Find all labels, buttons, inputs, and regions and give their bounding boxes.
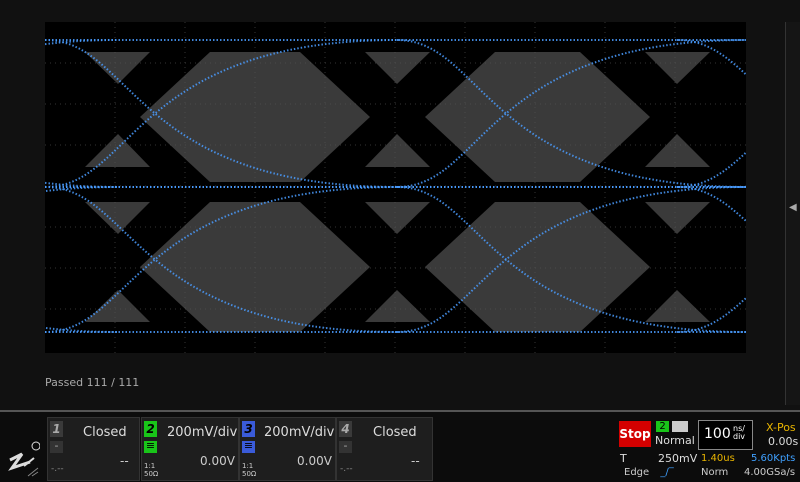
channel-2-termination: 50Ω <box>144 470 159 478</box>
channel-1-number: 1 <box>50 421 63 437</box>
timebase-scale: 100 <box>704 426 731 442</box>
count-separator: / <box>111 376 115 389</box>
channel-1-coupling: -.-- <box>51 464 64 474</box>
channel-2-probe-ratio: 1:1 <box>144 462 156 470</box>
chevron-left-icon: ◀ <box>789 202 797 213</box>
channel-4-scale: Closed <box>373 425 417 440</box>
mask-test-status: Passed 111 / 111 <box>45 376 139 389</box>
channel-2-coupling-icon[interactable]: ≡ <box>144 440 157 453</box>
trigger-label: T <box>620 452 627 465</box>
channel-2-offset: 0.00V <box>200 454 235 468</box>
waveform-display[interactable] <box>45 22 746 353</box>
channel-3-scale: 200mV/div <box>264 425 335 440</box>
run-stop-button[interactable]: Stop <box>619 421 651 447</box>
bottom-status-bar: 1 - Closed -- -.-- 2 ≡ 200mV/div 0.00V 1… <box>0 410 800 482</box>
timebase-panel[interactable]: 100 ns/ div X-Pos 0.00s 1.40us 5.60Kpts … <box>698 417 800 479</box>
channel-4-coupling: -.-- <box>340 464 353 474</box>
channel-3-termination: 50Ω <box>242 470 257 478</box>
channel-1-minus-button[interactable]: - <box>50 440 63 453</box>
timebase-unit: ns/ div <box>733 425 745 441</box>
channel-3-coupling-icon[interactable]: ≡ <box>242 440 255 453</box>
passed-count: 111 <box>86 376 108 389</box>
eye-diagram <box>45 22 746 353</box>
channel-1-panel[interactable]: 1 - Closed -- -.-- <box>47 417 140 481</box>
trigger-level: 250mV <box>658 452 698 465</box>
channel-2-panel[interactable]: 2 ≡ 200mV/div 0.00V 1:1 50Ω <box>141 417 239 481</box>
channel-1-scale: Closed <box>83 425 127 440</box>
horizontal-delay: 1.40us <box>701 453 735 464</box>
xpos-label: X-Pos <box>766 421 796 434</box>
channel-4-panel[interactable]: 4 - Closed -- -.-- <box>336 417 433 481</box>
channel-3-impedance: 1:1 50Ω <box>242 462 256 478</box>
trigger-mode: Normal <box>655 434 695 447</box>
timebase-scale-box[interactable]: 100 ns/ div <box>698 420 753 450</box>
rising-edge-icon: _/‾ <box>660 467 674 478</box>
memory-depth: 5.60Kpts <box>751 453 796 464</box>
side-menu-handle[interactable]: ◀ <box>785 22 800 405</box>
channel-3-number: 3 <box>242 421 255 437</box>
xpos-value: 0.00s <box>768 435 799 448</box>
trigger-coupling-icon <box>672 421 688 432</box>
trigger-type: Edge _/‾ <box>624 467 674 478</box>
trigger-type-label: Edge <box>624 467 650 478</box>
channel-3-panel[interactable]: 3 ≡ 200mV/div 0.00V 1:1 50Ω <box>239 417 336 481</box>
mask-test-label: Passed <box>45 376 84 389</box>
channel-4-number: 4 <box>339 421 352 437</box>
sample-rate: 4.00GSa/s <box>744 467 796 478</box>
total-count: 111 <box>118 376 140 389</box>
zlg-logo-icon <box>8 441 40 477</box>
channel-3-offset: 0.00V <box>297 454 332 468</box>
channel-3-probe-ratio: 1:1 <box>242 462 254 470</box>
channel-4-offset: -- <box>411 454 420 468</box>
trigger-source-badge: 2 <box>656 421 669 432</box>
channel-2-impedance: 1:1 50Ω <box>144 462 158 478</box>
acquisition-mode: Norm <box>701 467 729 478</box>
channel-2-scale: 200mV/div <box>167 425 238 440</box>
channel-2-number: 2 <box>144 421 157 437</box>
channel-1-offset: -- <box>120 454 129 468</box>
channel-4-minus-button[interactable]: - <box>339 440 352 453</box>
trigger-panel[interactable]: Stop 2 Normal T 250mV Edge _/‾ <box>616 417 698 479</box>
timebase-unit-bottom: div <box>733 432 746 441</box>
